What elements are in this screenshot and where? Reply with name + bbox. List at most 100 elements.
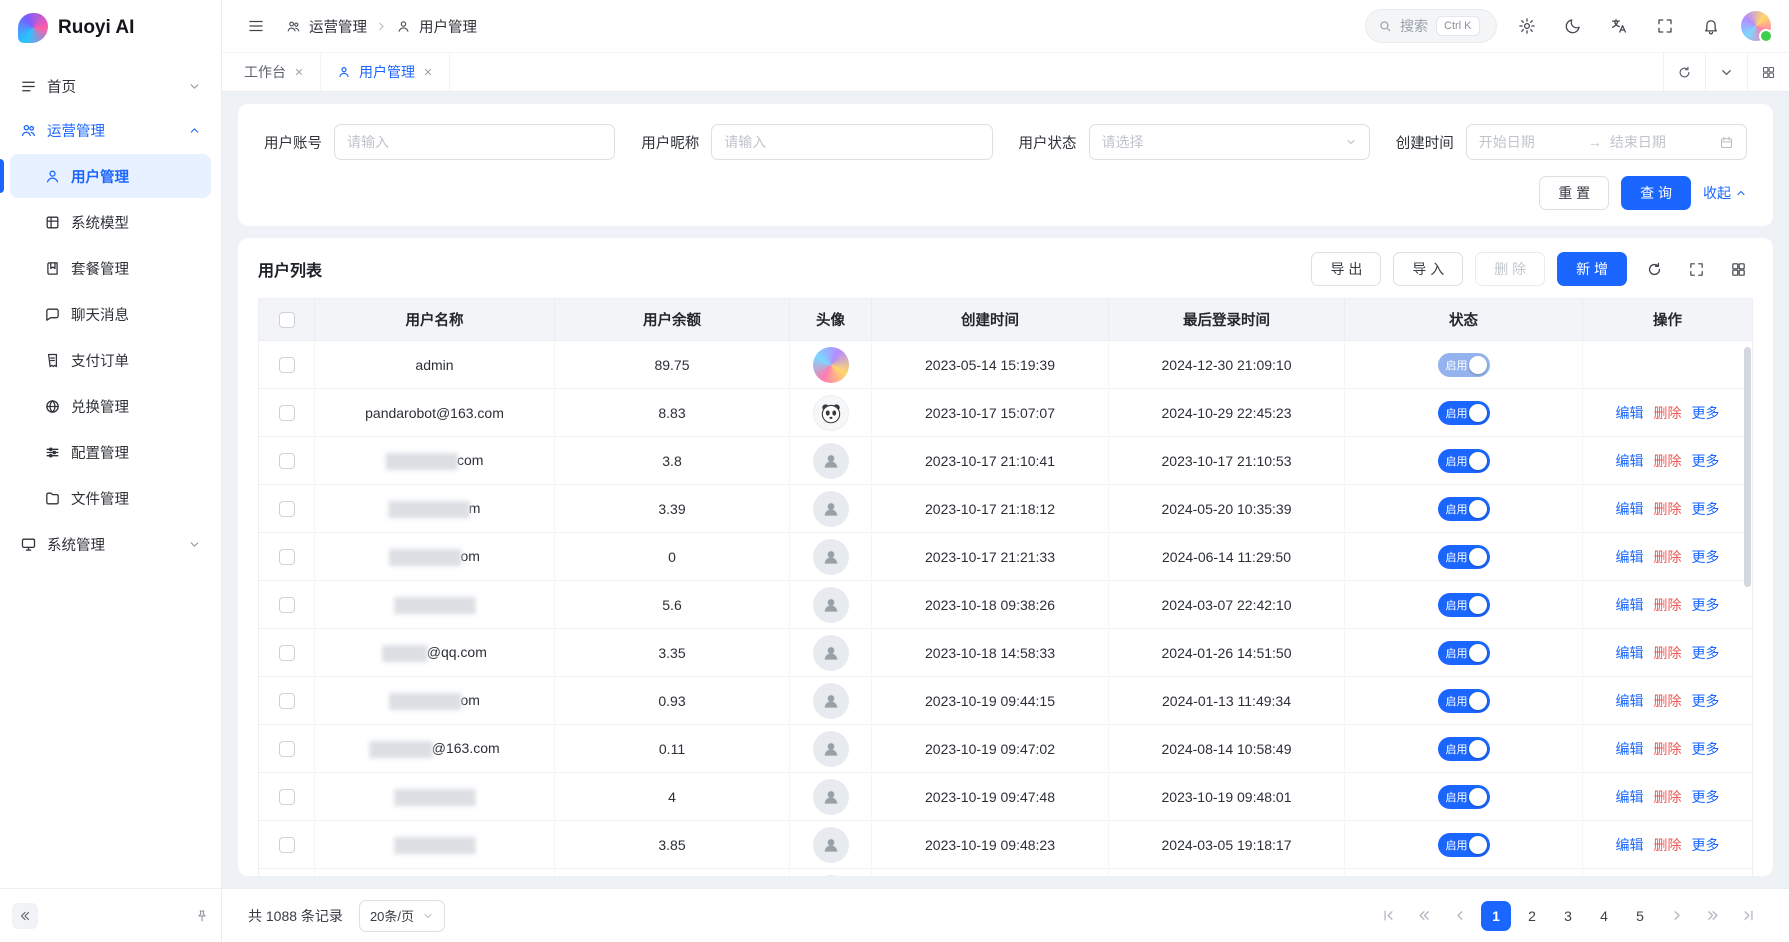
notifications-bell-icon[interactable] <box>1695 10 1727 42</box>
edit-link[interactable]: 编辑 <box>1616 741 1644 757</box>
row-checkbox[interactable] <box>279 645 295 661</box>
status-toggle[interactable]: 启用 <box>1438 641 1490 665</box>
export-button[interactable]: 导 出 <box>1311 252 1381 286</box>
sidebar-item-chat[interactable]: 聊天消息 <box>10 292 211 336</box>
refresh-page-icon[interactable] <box>1663 53 1705 91</box>
more-link[interactable]: 更多 <box>1692 741 1720 757</box>
sidebar-item-system[interactable]: 系统管理 <box>10 522 211 566</box>
status-toggle[interactable]: 启用 <box>1438 785 1490 809</box>
more-link[interactable]: 更多 <box>1692 453 1720 469</box>
delete-button[interactable]: 删 除 <box>1475 252 1545 286</box>
edit-link[interactable]: 编辑 <box>1616 693 1644 709</box>
prev-page-button[interactable] <box>1445 901 1475 931</box>
refresh-table-icon[interactable] <box>1639 254 1669 284</box>
pin-icon[interactable] <box>195 909 209 923</box>
dark-mode-moon-icon[interactable] <box>1557 10 1589 42</box>
delete-link[interactable]: 删除 <box>1654 693 1682 709</box>
sidebar-item-exchange[interactable]: 兑换管理 <box>10 384 211 428</box>
page-button-3[interactable]: 3 <box>1553 901 1583 931</box>
delete-link[interactable]: 删除 <box>1654 405 1682 421</box>
more-link[interactable]: 更多 <box>1692 405 1720 421</box>
status-toggle[interactable]: 启用 <box>1438 737 1490 761</box>
more-link[interactable]: 更多 <box>1692 645 1720 661</box>
tab-workbench[interactable]: 工作台 <box>228 53 321 91</box>
delete-link[interactable]: 删除 <box>1654 741 1682 757</box>
page-button-1[interactable]: 1 <box>1481 901 1511 931</box>
page-button-2[interactable]: 2 <box>1517 901 1547 931</box>
row-checkbox[interactable] <box>279 741 295 757</box>
delete-link[interactable]: 删除 <box>1654 837 1682 853</box>
column-settings-icon[interactable] <box>1723 254 1753 284</box>
add-button[interactable]: 新 增 <box>1557 252 1627 286</box>
edit-link[interactable]: 编辑 <box>1616 597 1644 613</box>
language-translate-icon[interactable] <box>1603 10 1635 42</box>
query-button[interactable]: 查 询 <box>1621 176 1691 210</box>
close-icon[interactable] <box>294 67 304 77</box>
row-checkbox[interactable] <box>279 405 295 421</box>
content-fullscreen-icon[interactable] <box>1747 53 1789 91</box>
status-toggle[interactable]: 启用 <box>1438 689 1490 713</box>
select-all-checkbox[interactable] <box>279 312 295 328</box>
settings-gear-icon[interactable] <box>1511 10 1543 42</box>
next-page-button[interactable] <box>1661 901 1691 931</box>
global-search[interactable]: 搜索 Ctrl K <box>1365 9 1497 43</box>
delete-link[interactable]: 删除 <box>1654 597 1682 613</box>
row-checkbox[interactable] <box>279 693 295 709</box>
table-fullscreen-icon[interactable] <box>1681 254 1711 284</box>
close-icon[interactable] <box>423 67 433 77</box>
sidebar-item-operations[interactable]: 运营管理 <box>10 108 211 152</box>
more-link[interactable]: 更多 <box>1692 693 1720 709</box>
edit-link[interactable]: 编辑 <box>1616 789 1644 805</box>
more-link[interactable]: 更多 <box>1692 549 1720 565</box>
sidebar-item-user[interactable]: 用户管理 <box>10 154 211 198</box>
nickname-input[interactable] <box>711 124 992 160</box>
status-toggle[interactable]: 启用 <box>1438 497 1490 521</box>
fullscreen-icon[interactable] <box>1649 10 1681 42</box>
user-avatar[interactable] <box>1741 11 1771 41</box>
status-toggle[interactable]: 启用 <box>1438 833 1490 857</box>
row-checkbox[interactable] <box>279 453 295 469</box>
breadcrumb-item[interactable]: 运营管理 <box>309 16 367 37</box>
back-five-pages-button[interactable] <box>1409 901 1439 931</box>
row-checkbox[interactable] <box>279 789 295 805</box>
row-checkbox[interactable] <box>279 837 295 853</box>
account-input[interactable] <box>334 124 615 160</box>
page-button-4[interactable]: 4 <box>1589 901 1619 931</box>
first-page-button[interactable] <box>1373 901 1403 931</box>
logo[interactable]: Ruoyi AI <box>0 0 221 56</box>
date-range-picker[interactable]: 开始日期 → 结束日期 <box>1466 124 1747 160</box>
sidebar-collapse-button[interactable] <box>12 903 38 929</box>
status-toggle[interactable]: 启用 <box>1438 353 1490 377</box>
sidebar-item-package[interactable]: 套餐管理 <box>10 246 211 290</box>
more-link[interactable]: 更多 <box>1692 837 1720 853</box>
status-toggle[interactable]: 启用 <box>1438 593 1490 617</box>
edit-link[interactable]: 编辑 <box>1616 453 1644 469</box>
edit-link[interactable]: 编辑 <box>1616 645 1644 661</box>
tab-user-management[interactable]: 用户管理 <box>321 53 450 91</box>
edit-link[interactable]: 编辑 <box>1616 501 1644 517</box>
import-button[interactable]: 导 入 <box>1393 252 1463 286</box>
row-checkbox[interactable] <box>279 501 295 517</box>
sidebar-item-order[interactable]: 支付订单 <box>10 338 211 382</box>
delete-link[interactable]: 删除 <box>1654 501 1682 517</box>
reset-button[interactable]: 重 置 <box>1539 176 1609 210</box>
row-checkbox[interactable] <box>279 549 295 565</box>
sidebar-item-model[interactable]: 系统模型 <box>10 200 211 244</box>
status-toggle[interactable]: 启用 <box>1438 449 1490 473</box>
vertical-scrollbar[interactable] <box>1744 347 1751 587</box>
page-size-select[interactable]: 20条/页 <box>359 900 445 932</box>
edit-link[interactable]: 编辑 <box>1616 405 1644 421</box>
row-checkbox[interactable] <box>279 597 295 613</box>
delete-link[interactable]: 删除 <box>1654 789 1682 805</box>
status-select[interactable]: 请选择 <box>1089 124 1370 160</box>
sidebar-item-file[interactable]: 文件管理 <box>10 476 211 520</box>
delete-link[interactable]: 删除 <box>1654 453 1682 469</box>
sidebar-item-config[interactable]: 配置管理 <box>10 430 211 474</box>
hamburger-menu-icon[interactable] <box>240 10 272 42</box>
more-link[interactable]: 更多 <box>1692 597 1720 613</box>
status-toggle[interactable]: 启用 <box>1438 545 1490 569</box>
status-toggle[interactable]: 启用 <box>1438 401 1490 425</box>
more-link[interactable]: 更多 <box>1692 501 1720 517</box>
tab-options-chevron-icon[interactable] <box>1705 53 1747 91</box>
delete-link[interactable]: 删除 <box>1654 549 1682 565</box>
